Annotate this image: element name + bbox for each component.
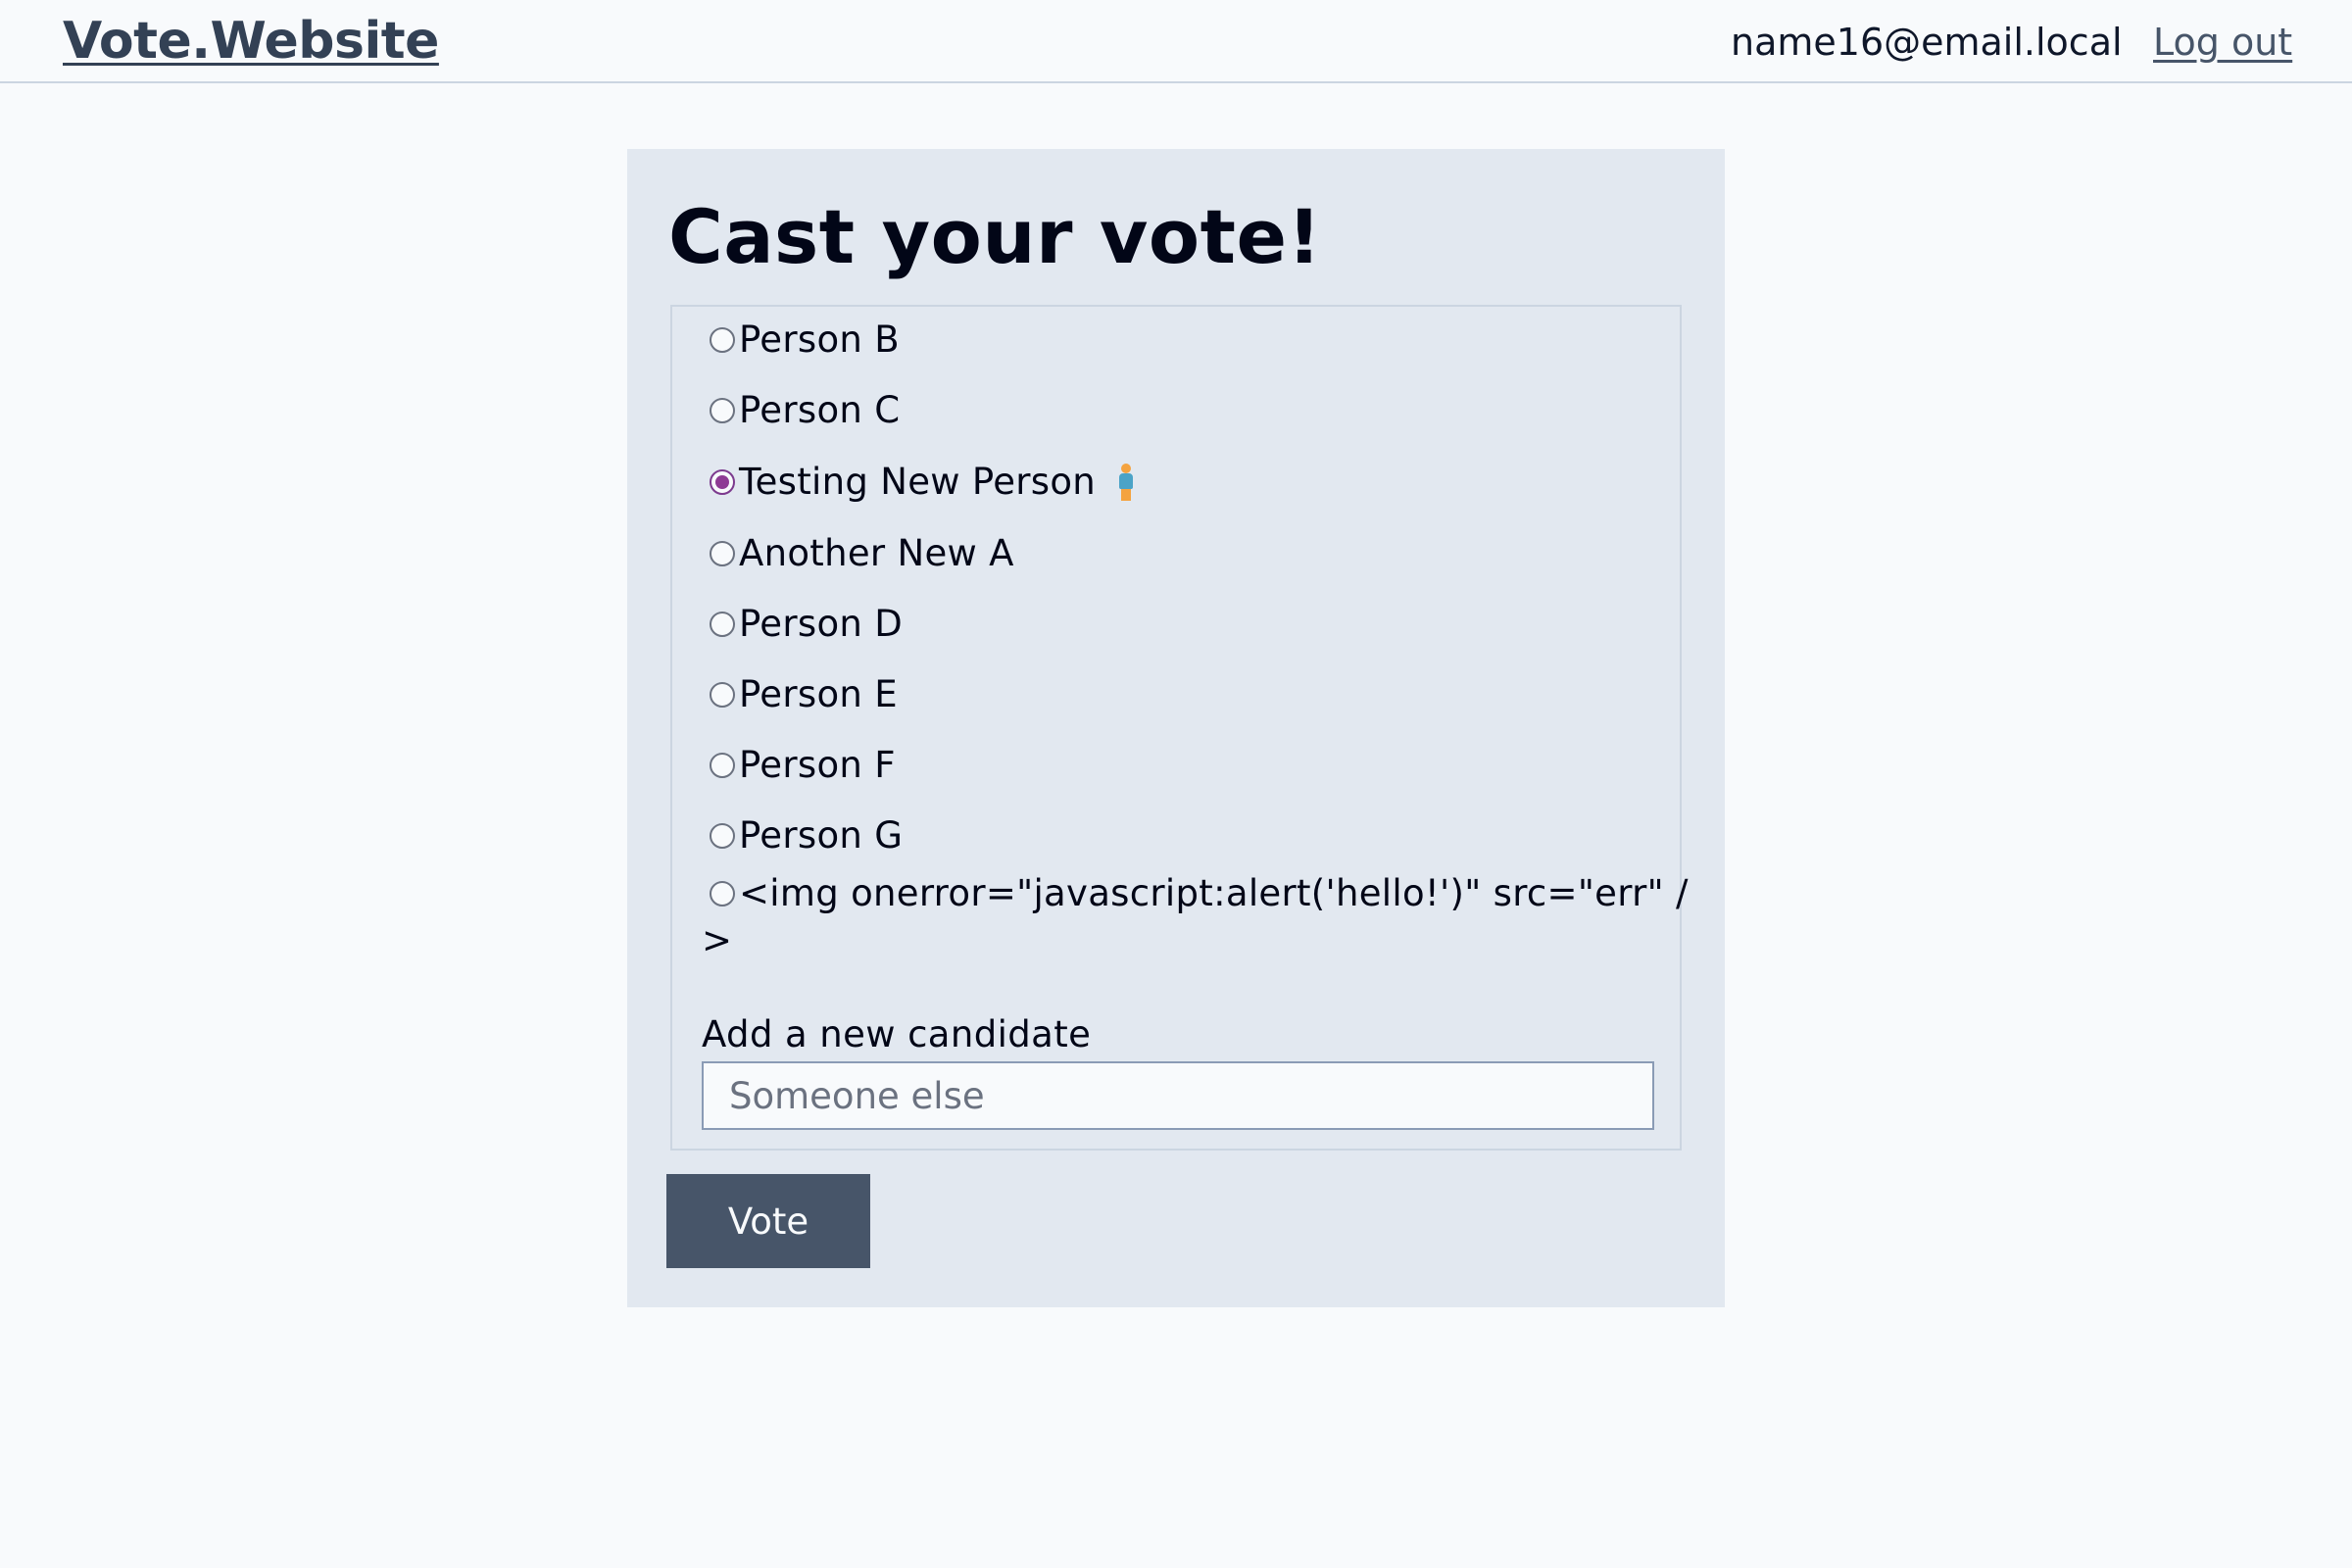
- candidate-label: Testing New Person: [739, 461, 1097, 503]
- radio-button[interactable]: [710, 823, 735, 849]
- candidate-label: Person B: [739, 318, 900, 361]
- candidate-label: Person C: [739, 389, 901, 431]
- radio-button[interactable]: [710, 541, 735, 566]
- new-candidate-label: Add a new candidate: [702, 1013, 1092, 1055]
- radio-button[interactable]: [710, 682, 735, 708]
- radio-button[interactable]: [710, 753, 735, 778]
- radio-button[interactable]: [710, 881, 735, 906]
- new-candidate-input[interactable]: [702, 1061, 1654, 1130]
- candidate-fieldset: Person B Person C Testing New Person Ano…: [670, 305, 1688, 1151]
- candidate-option-person-f[interactable]: Person F: [710, 741, 896, 790]
- candidate-label: Person F: [739, 744, 896, 786]
- candidate-label: Person G: [739, 814, 904, 857]
- vote-button[interactable]: Vote: [666, 1174, 870, 1268]
- candidate-option-person-c[interactable]: Person C: [710, 386, 900, 435]
- person-emoji-icon: [1117, 464, 1135, 501]
- radio-button[interactable]: [710, 327, 735, 353]
- candidate-option-person-e[interactable]: Person E: [710, 670, 898, 719]
- candidate-label: Another New A: [739, 532, 1014, 574]
- user-email: name16@email.local: [1731, 21, 2123, 64]
- radio-button-selected[interactable]: [710, 469, 735, 495]
- page-title: Cast your vote!: [668, 193, 1322, 280]
- candidate-option-person-g[interactable]: Person G: [710, 811, 903, 860]
- radio-button[interactable]: [710, 398, 735, 423]
- candidate-option-img-tag[interactable]: <img onerror="javascript:alert('hello!')…: [702, 869, 1688, 961]
- candidate-label: <img onerror="javascript:alert('hello!')…: [739, 872, 1689, 914]
- candidate-label: Person D: [739, 603, 903, 645]
- candidate-option-testing-new-person[interactable]: Testing New Person: [710, 458, 1135, 507]
- vote-form-panel: Cast your vote! Person B Person C Testin…: [627, 149, 1725, 1307]
- radio-button[interactable]: [710, 612, 735, 637]
- candidate-option-person-b[interactable]: Person B: [710, 316, 900, 365]
- candidate-option-person-d[interactable]: Person D: [710, 600, 903, 649]
- top-navigation-bar: Vote.Website name16@email.local Log out: [0, 0, 2352, 83]
- logout-link[interactable]: Log out: [2153, 18, 2292, 67]
- candidate-option-another-new-a[interactable]: Another New A: [710, 529, 1014, 578]
- candidate-label-wrapped-text: >: [702, 919, 733, 961]
- candidate-label: Person E: [739, 673, 898, 715]
- site-logo-link[interactable]: Vote.Website: [63, 10, 439, 73]
